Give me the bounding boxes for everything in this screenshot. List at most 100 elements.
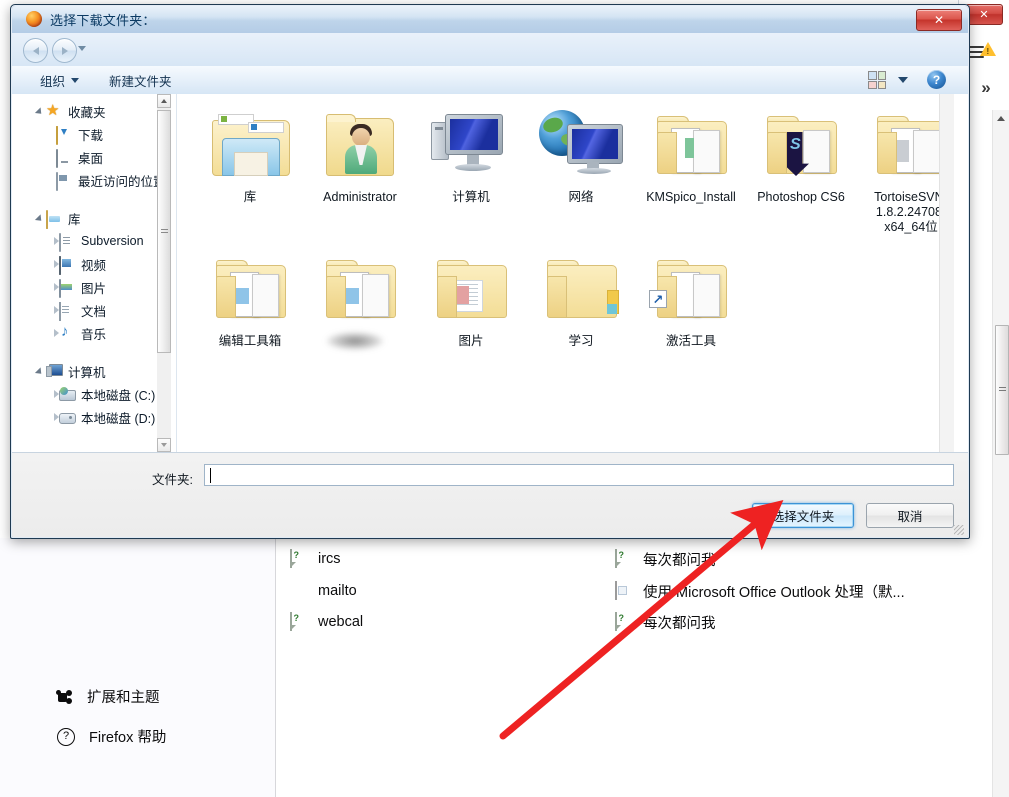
tree-item-label: 本地磁盘 (D:) — [81, 411, 156, 426]
list-item-label: 网络 — [568, 190, 594, 204]
handler-action[interactable]: ? 每次都问我 — [615, 548, 716, 570]
folder-name-input[interactable] — [204, 464, 954, 486]
expander-closed-icon[interactable] — [47, 235, 59, 247]
list-item[interactable]: 激活工具 — [636, 246, 746, 349]
system-drive-icon — [59, 387, 76, 402]
expander-open-icon[interactable] — [34, 365, 46, 377]
new-folder-label: 新建文件夹 — [109, 75, 172, 89]
new-folder-button[interactable]: 新建文件夹 — [109, 71, 172, 90]
tree-item-music[interactable]: 音乐 — [47, 324, 106, 342]
firefox-close-button[interactable]: ✕ — [965, 4, 1003, 25]
list-item[interactable]: 库 — [195, 102, 305, 205]
tree-item-label: 桌面 — [78, 151, 104, 166]
handler-row[interactable]: ? ircs — [290, 548, 341, 570]
redacted-label-smudge — [326, 332, 384, 350]
scrollbar-thumb[interactable] — [995, 325, 1009, 455]
tree-item-label: 本地磁盘 (C:) — [81, 388, 156, 403]
back-button[interactable] — [23, 38, 48, 63]
handler-row[interactable]: mailto — [290, 580, 357, 602]
puzzle-icon — [56, 689, 73, 705]
list-item[interactable]: 网络 — [526, 102, 636, 205]
resize-grip[interactable] — [954, 525, 964, 535]
scroll-up-arrow-icon[interactable] — [157, 94, 171, 108]
sidebar-item-firefox-help[interactable]: ? Firefox 帮助 — [57, 726, 166, 747]
tree-item-videos[interactable]: 视频 — [47, 255, 107, 275]
ask-bubble-icon: ? — [615, 612, 633, 631]
list-item[interactable]: 计算机 — [416, 102, 526, 205]
handler-action-label: 每次都问我 — [643, 552, 716, 569]
expander-closed-icon[interactable] — [47, 327, 59, 339]
handler-row[interactable]: ? webcal — [290, 611, 363, 633]
forward-button[interactable] — [52, 38, 77, 63]
list-item-label: Administrator — [323, 190, 397, 204]
pictures-icon — [59, 278, 76, 298]
page-scrollbar[interactable] — [992, 110, 1009, 797]
list-item[interactable] — [305, 246, 415, 350]
change-view-icon[interactable] — [868, 71, 886, 89]
handler-protocol: mailto — [318, 583, 357, 599]
handler-action-label: 使用 Microsoft Office Outlook 处理（默... — [643, 584, 905, 601]
firefox-menu-hamburger-icon[interactable]: ! — [967, 42, 1001, 64]
network-icon — [533, 102, 629, 188]
dialog-close-button[interactable]: ✕ — [916, 9, 962, 31]
overflow-chevron-icon[interactable]: » — [971, 78, 1001, 98]
folder-picker-dialog: 选择下载文件夹： ✕ 桌面 ↻ 搜索 桌面 组织 新建文件夹 — [10, 4, 970, 539]
expander-open-icon[interactable] — [34, 105, 46, 117]
ask-bubble-icon: ? — [290, 549, 308, 568]
handler-action-label: 每次都问我 — [643, 615, 716, 632]
file-list[interactable]: 库 Administrator 计算机 网络 KMSpico_Install S… — [177, 94, 954, 452]
tree-item-subversion[interactable]: Subversion — [47, 232, 144, 252]
expander-closed-icon[interactable] — [47, 388, 59, 400]
navigation-tree[interactable]: 收藏夹 下载 桌面 最近访问的位置 库 Subversion 视频 图片 文档 … — [12, 94, 171, 452]
tree-item-label: 图片 — [81, 281, 107, 296]
list-item-label: 学习 — [568, 334, 594, 348]
tree-item-label: 库 — [68, 212, 81, 227]
tree-scrollbar[interactable] — [157, 94, 171, 452]
view-dropdown-chevron-icon[interactable] — [898, 77, 908, 83]
tree-item-recent-places[interactable]: 最近访问的位置 — [56, 171, 166, 191]
list-item[interactable]: S Photoshop CS6 — [746, 102, 856, 205]
tree-item-drive-d[interactable]: 本地磁盘 (D:) — [47, 408, 155, 426]
tree-item-favorites[interactable]: 收藏夹 — [34, 102, 106, 120]
organize-label: 组织 — [40, 75, 66, 89]
handler-protocol: webcal — [318, 614, 364, 630]
firefox-preferences-sidebar — [0, 538, 275, 797]
list-item[interactable]: KMSpico_Install — [636, 102, 746, 205]
tree-item-drive-c[interactable]: 本地磁盘 (C:) — [47, 385, 155, 403]
scroll-down-arrow-icon[interactable] — [157, 438, 171, 452]
list-item[interactable]: 图片 — [416, 246, 526, 349]
tree-item-label: 视频 — [81, 258, 107, 273]
handler-action[interactable]: ? 每次都问我 — [615, 611, 716, 633]
expander-closed-icon[interactable] — [47, 258, 59, 270]
list-item[interactable]: 编辑工具箱 — [195, 246, 305, 349]
firefox-app-icon — [26, 11, 42, 27]
list-item[interactable]: Administrator — [305, 102, 415, 205]
recent-locations-chevron-icon[interactable] — [78, 46, 86, 51]
expander-open-icon[interactable] — [34, 212, 46, 224]
recent-places-icon — [56, 171, 73, 191]
tree-item-pictures[interactable]: 图片 — [47, 278, 107, 298]
folder-field-label: 文件夹: — [152, 473, 193, 487]
tree-item-label: Subversion — [81, 234, 144, 248]
tree-item-downloads[interactable]: 下载 — [56, 125, 103, 145]
handler-protocol: ircs — [318, 551, 341, 567]
scrollbar-thumb[interactable] — [157, 110, 171, 353]
sidebar-item-label: 扩展和主题 — [87, 690, 160, 706]
list-item[interactable]: 学习 — [526, 246, 636, 349]
tree-item-desktop[interactable]: 桌面 — [56, 148, 104, 168]
handler-action[interactable]: 使用 Microsoft Office Outlook 处理（默... — [615, 580, 905, 602]
help-button[interactable]: ? — [927, 70, 946, 89]
organize-button[interactable]: 组织 — [40, 71, 80, 90]
scroll-up-arrow-icon[interactable] — [993, 110, 1009, 127]
tree-item-libraries[interactable]: 库 — [34, 209, 81, 229]
cancel-button[interactable]: 取消 — [866, 503, 954, 528]
expander-closed-icon[interactable] — [47, 281, 59, 293]
file-list-scrollbar[interactable] — [939, 94, 954, 452]
list-item-label: 激活工具 — [665, 334, 716, 348]
sidebar-item-extensions-themes[interactable]: 扩展和主题 — [56, 686, 160, 707]
expander-closed-icon[interactable] — [47, 304, 59, 316]
expander-closed-icon[interactable] — [47, 411, 59, 423]
tree-item-computer[interactable]: 计算机 — [34, 362, 106, 380]
select-folder-button[interactable]: 选择文件夹 — [752, 503, 854, 528]
tree-item-documents[interactable]: 文档 — [47, 301, 106, 321]
